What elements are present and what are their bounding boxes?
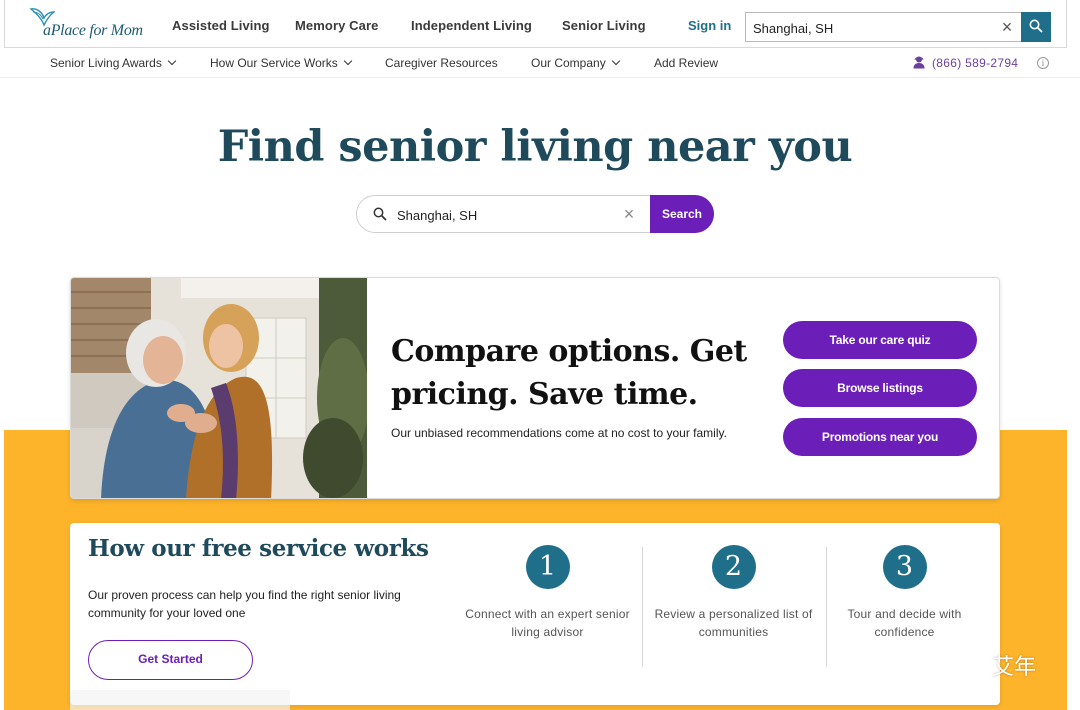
subnav-senior-living-awards[interactable]: Senior Living Awards	[50, 56, 177, 70]
hero-search-input[interactable]	[397, 206, 617, 224]
subnav-label: Our Company	[531, 56, 606, 70]
get-started-button[interactable]: Get Started	[88, 640, 253, 680]
step-text: Tour and decide with confidence	[847, 607, 962, 639]
sub-nav: Senior Living Awards How Our Service Wor…	[0, 48, 1080, 78]
subnav-our-company[interactable]: Our Company	[531, 56, 620, 70]
subnav-caregiver-resources[interactable]: Caregiver Resources	[385, 56, 498, 70]
logo[interactable]: aPlace for Mom	[29, 6, 149, 42]
nav-assisted-living[interactable]: Assisted Living	[172, 18, 270, 33]
step-text: Connect with an expert senior living adv…	[465, 607, 630, 639]
search-icon	[373, 207, 387, 221]
step-number-badge: 2	[711, 545, 756, 589]
step-1: 1 Connect with an expert senior living a…	[460, 545, 635, 641]
hero-title: Find senior living near you	[217, 122, 853, 172]
watermark: 艾年	[942, 645, 1052, 680]
sign-in-link[interactable]: Sign in	[688, 18, 731, 33]
browse-listings-button[interactable]: Browse listings	[783, 369, 977, 407]
step-divider	[642, 547, 643, 667]
compare-description: Our unbiased recommendations come at no …	[391, 426, 727, 440]
advisor-headset-icon	[913, 56, 925, 69]
chevron-down-icon	[611, 56, 620, 66]
header-search-clear-icon[interactable]: ×	[998, 17, 1016, 37]
compare-card: Compare options. Get pricing. Save time.…	[70, 277, 1000, 499]
subnav-add-review[interactable]: Add Review	[654, 56, 718, 70]
chevron-down-icon	[167, 56, 177, 66]
top-header: aPlace for Mom Assisted Living Memory Ca…	[4, 0, 1067, 48]
header-search-input[interactable]	[753, 19, 993, 37]
compare-title: Compare options. Get pricing. Save time.	[391, 334, 747, 412]
step-2: 2 Review a personalized list of communit…	[646, 545, 821, 641]
subnav-label: Senior Living Awards	[50, 56, 162, 70]
nav-independent-living[interactable]: Independent Living	[411, 18, 532, 33]
logo-text: aPlace for Mom	[43, 22, 143, 39]
hero-search: × Search	[356, 195, 714, 233]
search-icon	[1029, 19, 1043, 33]
chevron-down-icon	[343, 56, 353, 66]
care-quiz-button[interactable]: Take our care quiz	[783, 321, 977, 359]
how-it-works-card: How our free service works Our proven pr…	[70, 523, 1000, 705]
wechat-icon	[944, 648, 982, 675]
step-number-badge: 1	[525, 545, 570, 589]
step-3: 3 Tour and decide with confidence	[817, 545, 992, 641]
subnav-label: How Our Service Works	[210, 56, 338, 70]
seniors-hugging-photo	[71, 278, 367, 498]
phone-number[interactable]: (866) 589-2794	[932, 56, 1018, 70]
hero-search-clear-icon[interactable]: ×	[620, 204, 638, 224]
promotions-near-you-button[interactable]: Promotions near you	[783, 418, 977, 456]
info-icon[interactable]: i	[1037, 57, 1049, 69]
nav-senior-living[interactable]: Senior Living	[562, 18, 646, 33]
step-number-badge: 3	[882, 545, 927, 589]
subnav-how-our-service-works[interactable]: How Our Service Works	[210, 56, 353, 70]
header-search: ×	[745, 12, 1051, 42]
header-search-button[interactable]	[1021, 12, 1051, 42]
nav-memory-care[interactable]: Memory Care	[295, 18, 378, 33]
step-text: Review a personalized list of communitie…	[654, 607, 813, 639]
how-description: Our proven process can help you find the…	[88, 588, 401, 620]
pale-strip	[70, 690, 290, 710]
hero-search-button[interactable]: Search	[650, 195, 714, 233]
watermark-text: 艾年	[992, 655, 1037, 680]
how-title: How our free service works	[88, 535, 429, 562]
